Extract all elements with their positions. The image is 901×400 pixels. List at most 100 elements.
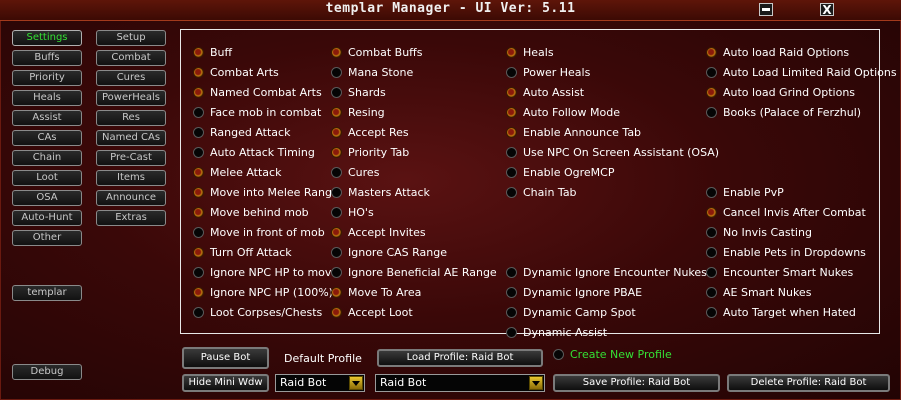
save-profile-button[interactable]: Save Profile: Raid Bot — [553, 374, 720, 392]
option-dynamic-camp-spot[interactable]: Dynamic Camp Spot — [506, 305, 636, 319]
option-radio[interactable] — [331, 66, 342, 78]
option-radio[interactable] — [331, 186, 342, 198]
subtab-combat[interactable]: Combat — [96, 50, 166, 66]
option-radio[interactable] — [506, 126, 517, 138]
option-enable-pets-in-dropdowns[interactable]: Enable Pets in Dropdowns — [706, 245, 866, 259]
load-profile-button[interactable]: Load Profile: Raid Bot — [377, 349, 543, 367]
option-radio[interactable] — [193, 86, 204, 98]
option-combat-buffs[interactable]: Combat Buffs — [331, 45, 423, 59]
tab-cas[interactable]: CAs — [12, 130, 82, 146]
option-radio[interactable] — [706, 106, 717, 118]
minimize-button[interactable] — [759, 3, 773, 16]
option-radio[interactable] — [331, 286, 342, 298]
option-radio[interactable] — [706, 86, 717, 98]
tab-auto-hunt[interactable]: Auto-Hunt — [12, 210, 82, 226]
option-move-to-area[interactable]: Move To Area — [331, 285, 421, 299]
option-radio[interactable] — [506, 286, 517, 298]
subtab-named-cas[interactable]: Named CAs — [96, 130, 166, 146]
option-radio[interactable] — [706, 266, 717, 278]
option-accept-invites[interactable]: Accept Invites — [331, 225, 426, 239]
option-face-mob-in-combat[interactable]: Face mob in combat — [193, 105, 321, 119]
create-new-profile-option[interactable]: Create New Profile — [553, 347, 672, 361]
option-radio[interactable] — [193, 66, 204, 78]
option-radio[interactable] — [706, 286, 717, 298]
option-use-npc-on-screen-assistant-osa[interactable]: Use NPC On Screen Assistant (OSA) — [506, 145, 719, 159]
debug-button[interactable]: Debug — [12, 364, 82, 380]
option-combat-arts[interactable]: Combat Arts — [193, 65, 279, 79]
close-button[interactable]: X — [820, 3, 834, 16]
subtab-pre-cast[interactable]: Pre-Cast — [96, 150, 166, 166]
option-radio[interactable] — [331, 46, 342, 58]
option-accept-loot[interactable]: Accept Loot — [331, 305, 413, 319]
option-radio[interactable] — [331, 106, 342, 118]
option-chain-tab[interactable]: Chain Tab — [506, 185, 577, 199]
chevron-down-icon[interactable] — [529, 376, 543, 390]
chevron-down-icon[interactable] — [349, 376, 363, 390]
option-radio[interactable] — [506, 306, 517, 318]
hide-mini-window-button[interactable]: Hide Mini Wdw — [182, 374, 269, 392]
profile-select[interactable]: Raid Bot — [375, 374, 545, 392]
option-radio[interactable] — [706, 46, 717, 58]
delete-profile-button[interactable]: Delete Profile: Raid Bot — [727, 374, 890, 392]
tab-chain[interactable]: Chain — [12, 150, 82, 166]
subtab-res[interactable]: Res — [96, 110, 166, 126]
tab-assist[interactable]: Assist — [12, 110, 82, 126]
option-enable-announce-tab[interactable]: Enable Announce Tab — [506, 125, 641, 139]
option-masters-attack[interactable]: Masters Attack — [331, 185, 430, 199]
option-radio[interactable] — [193, 306, 204, 318]
option-cures[interactable]: Cures — [331, 165, 379, 179]
option-radio[interactable] — [331, 266, 342, 278]
option-accept-res[interactable]: Accept Res — [331, 125, 409, 139]
subtab-items[interactable]: Items — [96, 170, 166, 186]
option-radio[interactable] — [506, 266, 517, 278]
option-radio[interactable] — [193, 186, 204, 198]
option-ignore-npc-hp-100[interactable]: Ignore NPC HP (100%) — [193, 285, 333, 299]
option-radio[interactable] — [506, 146, 517, 158]
option-turn-off-attack[interactable]: Turn Off Attack — [193, 245, 292, 259]
tab-osa[interactable]: OSA — [12, 190, 82, 206]
option-radio[interactable] — [193, 246, 204, 258]
tab-loot[interactable]: Loot — [12, 170, 82, 186]
option-radio[interactable] — [331, 86, 342, 98]
option-radio[interactable] — [331, 226, 342, 238]
option-ranged-attack[interactable]: Ranged Attack — [193, 125, 290, 139]
option-move-into-melee-range[interactable]: Move into Melee Range — [193, 185, 339, 199]
tab-heals[interactable]: Heals — [12, 90, 82, 106]
option-priority-tab[interactable]: Priority Tab — [331, 145, 409, 159]
option-auto-load-limited-raid-options[interactable]: Auto Load Limited Raid Options — [706, 65, 897, 79]
subtab-powerheals[interactable]: PowerHeals — [96, 90, 166, 106]
option-radio[interactable] — [331, 206, 342, 218]
option-radio[interactable] — [193, 226, 204, 238]
option-radio[interactable] — [331, 146, 342, 158]
option-radio[interactable] — [706, 66, 717, 78]
option-move-behind-mob[interactable]: Move behind mob — [193, 205, 309, 219]
option-radio[interactable] — [331, 306, 342, 318]
option-named-combat-arts[interactable]: Named Combat Arts — [193, 85, 322, 99]
default-profile-select[interactable]: Raid Bot — [275, 374, 365, 392]
option-radio[interactable] — [506, 186, 517, 198]
option-encounter-smart-nukes[interactable]: Encounter Smart Nukes — [706, 265, 853, 279]
option-buff[interactable]: Buff — [193, 45, 232, 59]
option-radio[interactable] — [506, 86, 517, 98]
pause-bot-button[interactable]: Pause Bot — [182, 347, 269, 369]
option-auto-attack-timing[interactable]: Auto Attack Timing — [193, 145, 315, 159]
option-radio[interactable] — [193, 126, 204, 138]
option-radio[interactable] — [506, 46, 517, 58]
option-melee-attack[interactable]: Melee Attack — [193, 165, 281, 179]
option-shards[interactable]: Shards — [331, 85, 386, 99]
option-auto-target-when-hated[interactable]: Auto Target when Hated — [706, 305, 856, 319]
option-radio[interactable] — [331, 126, 342, 138]
option-radio[interactable] — [193, 106, 204, 118]
subtab-setup[interactable]: Setup — [96, 30, 166, 46]
option-radio[interactable] — [331, 166, 342, 178]
option-radio[interactable] — [706, 246, 717, 258]
option-enable-pvp[interactable]: Enable PvP — [706, 185, 784, 199]
option-resing[interactable]: Resing — [331, 105, 385, 119]
option-loot-corpses-chests[interactable]: Loot Corpses/Chests — [193, 305, 322, 319]
create-new-profile-radio[interactable] — [553, 348, 564, 360]
option-ignore-cas-range[interactable]: Ignore CAS Range — [331, 245, 447, 259]
title-bar[interactable]: templar Manager - UI Ver: 5.11 X — [0, 0, 901, 21]
option-move-in-front-of-mob[interactable]: Move in front of mob — [193, 225, 325, 239]
option-no-invis-casting[interactable]: No Invis Casting — [706, 225, 812, 239]
option-auto-follow-mode[interactable]: Auto Follow Mode — [506, 105, 620, 119]
